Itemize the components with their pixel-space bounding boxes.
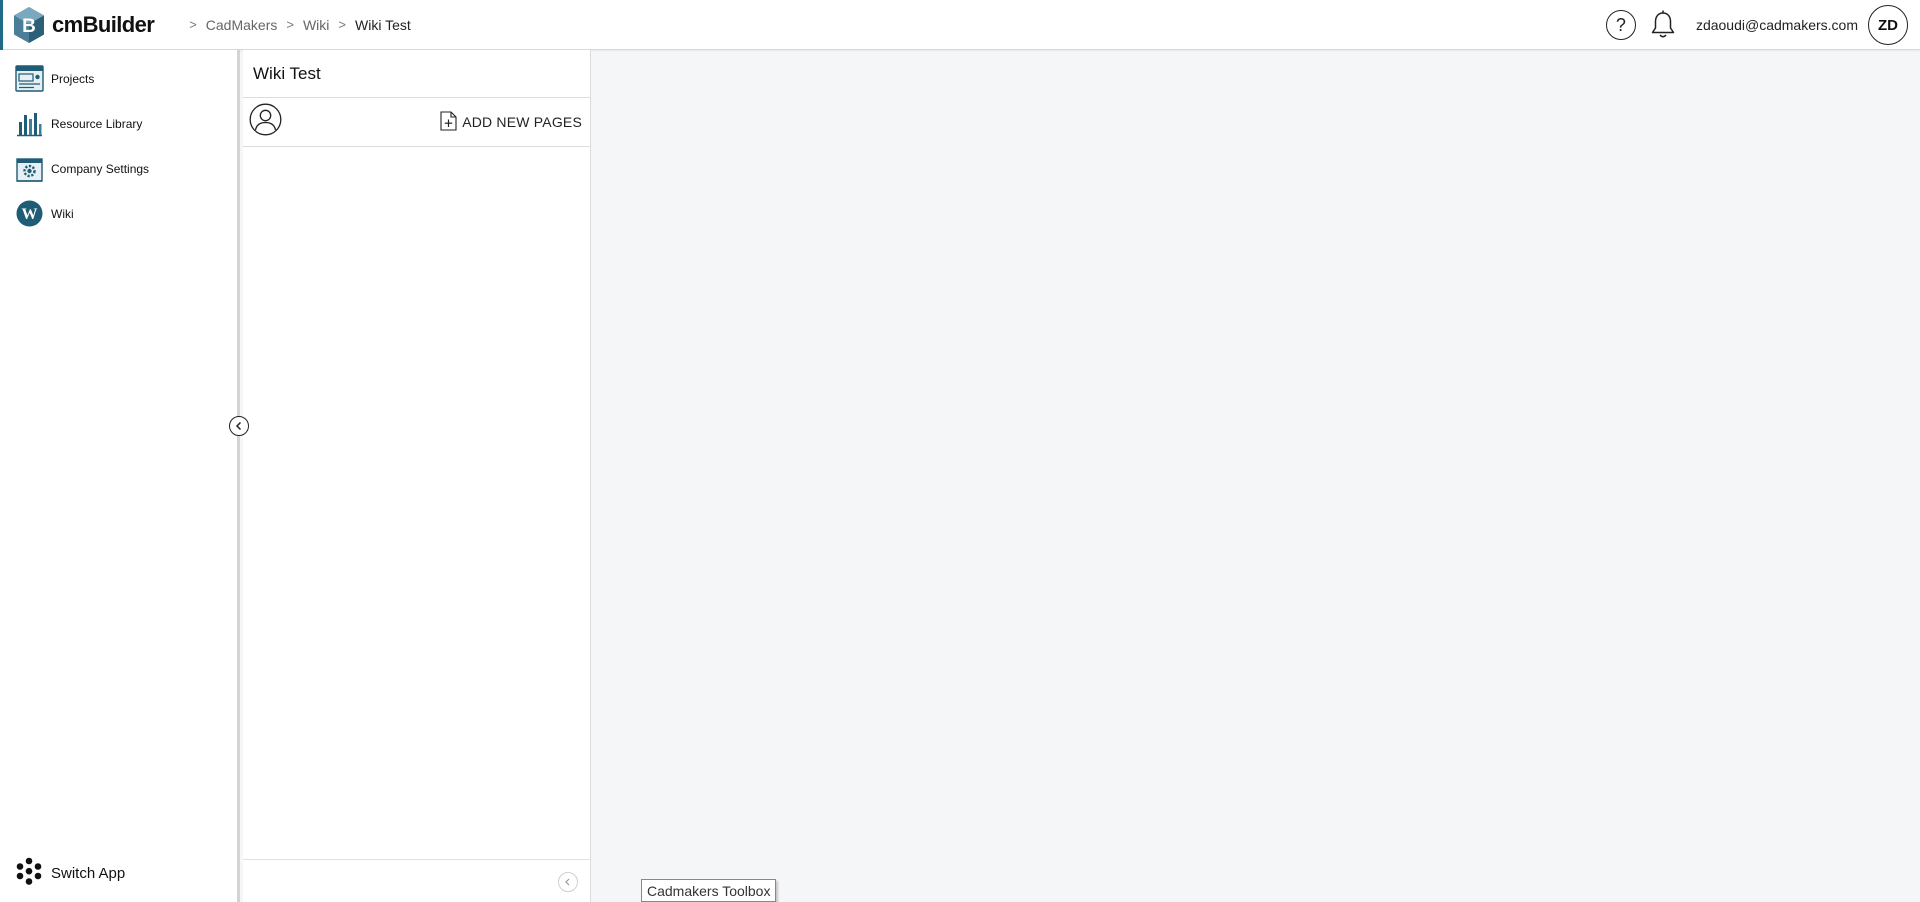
- bell-svg: [1651, 10, 1675, 38]
- switch-app-button[interactable]: Switch App: [15, 857, 125, 890]
- sidebar: Projects Resource Library Company Settin…: [0, 50, 240, 902]
- sidebar-item-label: Company Settings: [51, 161, 150, 176]
- tooltip-text: Cadmakers Toolbox: [647, 882, 771, 899]
- sidebar-item-projects[interactable]: Projects: [0, 56, 237, 101]
- projects-icon: [15, 64, 44, 93]
- add-page-icon: [440, 110, 457, 134]
- resource-library-icon: [15, 109, 44, 138]
- logo-letter: B: [22, 16, 36, 37]
- wiki-title: Wiki Test: [243, 50, 590, 98]
- top-bar: B cmBuilder > CadMakers > Wiki > Wiki Te…: [0, 0, 1920, 50]
- app-name: cmBuilder: [52, 11, 155, 37]
- cmbuilder-logo-icon: B: [14, 6, 44, 43]
- user-email[interactable]: zdaoudi@cadmakers.com: [1696, 17, 1858, 33]
- sidebar-nav: Projects Resource Library Company Settin…: [0, 50, 237, 236]
- breadcrumb-item-cadmakers[interactable]: CadMakers: [206, 17, 278, 33]
- wiki-toolbar: ADD NEW PAGES: [243, 98, 590, 147]
- bell-icon[interactable]: [1648, 9, 1678, 41]
- add-new-pages-button[interactable]: ADD NEW PAGES: [440, 110, 582, 134]
- help-icon[interactable]: ?: [1605, 10, 1636, 40]
- avatar-initials: ZD: [1878, 16, 1898, 34]
- sidebar-item-label: Resource Library: [51, 116, 143, 131]
- chevron-left-icon: [235, 421, 242, 431]
- top-bar-accent: [0, 0, 3, 50]
- wiki-title-text: Wiki Test: [253, 63, 321, 83]
- breadcrumb-item-current: Wiki Test: [355, 16, 411, 33]
- brand[interactable]: B cmBuilder: [12, 0, 155, 50]
- header-actions: ? zdaoudi@cadmakers.com ZD: [1605, 0, 1908, 50]
- switch-app-icon: [15, 857, 43, 890]
- wiki-panel: Wiki Test ADD NEW PAGES: [243, 50, 591, 902]
- user-circle-icon[interactable]: [249, 103, 282, 141]
- sidebar-item-company-settings[interactable]: Company Settings: [0, 146, 237, 191]
- breadcrumb: > CadMakers > Wiki > Wiki Test: [180, 17, 411, 33]
- sidebar-item-label: Wiki: [51, 206, 74, 221]
- breadcrumb-item-wiki[interactable]: Wiki: [303, 17, 329, 33]
- avatar[interactable]: ZD: [1868, 5, 1908, 45]
- collapse-wiki-panel-button[interactable]: [558, 872, 578, 892]
- sidebar-item-resource-library[interactable]: Resource Library: [0, 101, 237, 146]
- add-new-pages-label: ADD NEW PAGES: [462, 114, 582, 130]
- main-content-area: [592, 51, 1920, 902]
- collapse-sidebar-button[interactable]: [229, 416, 249, 436]
- breadcrumb-separator-icon: >: [189, 17, 197, 32]
- help-glyph: ?: [1615, 14, 1626, 35]
- wiki-panel-footer: [243, 859, 590, 902]
- wiki-icon: W: [15, 199, 44, 228]
- chevron-left-icon: [565, 878, 570, 886]
- sidebar-item-wiki[interactable]: W Wiki: [0, 191, 237, 236]
- svg-text:W: W: [22, 206, 38, 223]
- switch-app-label: Switch App: [51, 865, 126, 882]
- sidebar-item-label: Projects: [51, 71, 95, 86]
- breadcrumb-separator-icon: >: [338, 17, 346, 32]
- tooltip: Cadmakers Toolbox: [641, 879, 777, 902]
- company-settings-icon: [15, 154, 44, 183]
- breadcrumb-separator-icon: >: [286, 17, 294, 32]
